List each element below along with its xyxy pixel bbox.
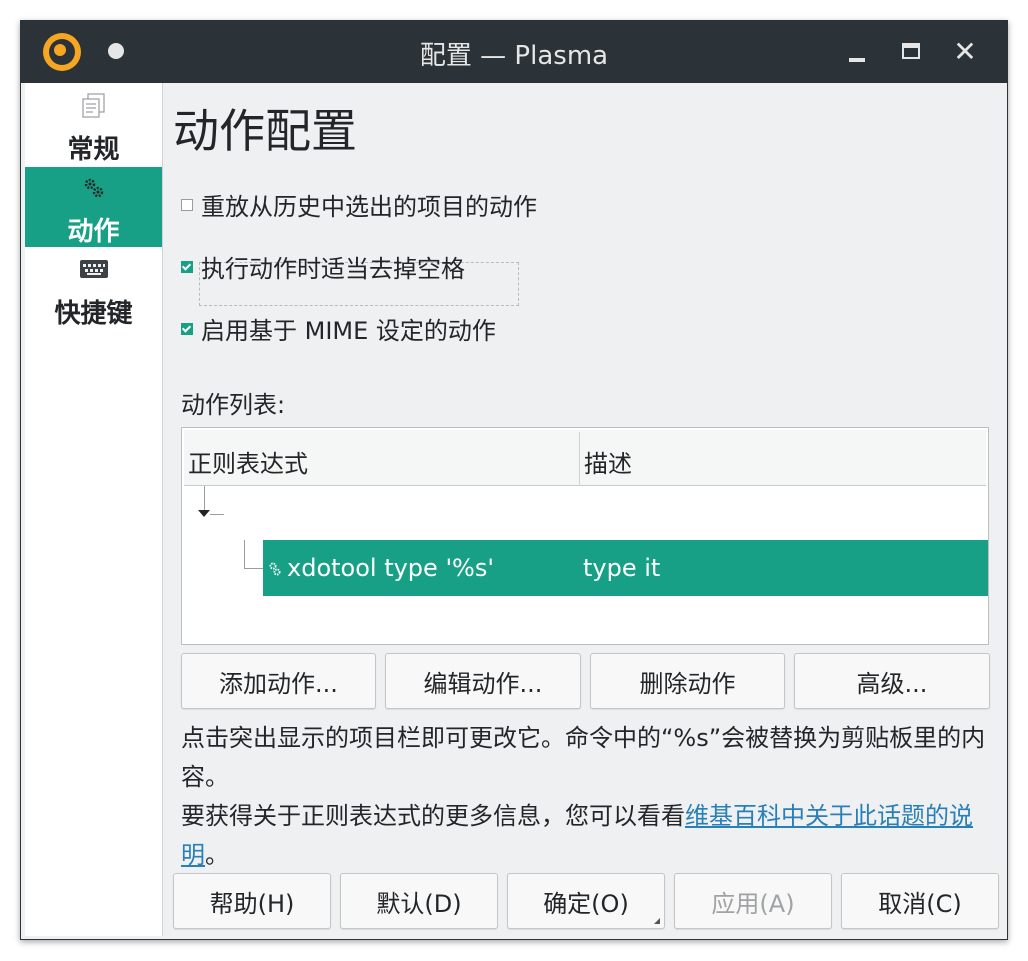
checkbox-strip-whitespace[interactable] bbox=[181, 260, 193, 273]
advanced-button[interactable]: 高级... bbox=[794, 653, 990, 709]
help-text-line1: 点击突出显示的项目栏即可更改它。命令中的“%s”会被替换为剪贴板里的内容。 bbox=[181, 724, 986, 791]
table-row[interactable]: xdotool type '%s' type it bbox=[263, 540, 988, 596]
close-button[interactable]: ✕ bbox=[951, 38, 979, 66]
sidebar-item-general[interactable]: 常规 bbox=[25, 85, 162, 165]
add-action-button[interactable]: 添加动作... bbox=[181, 653, 376, 709]
option-strip-whitespace[interactable]: 执行动作时适当去掉空格 bbox=[181, 249, 465, 284]
cell-command: xdotool type '%s' bbox=[287, 554, 494, 582]
actions-tree[interactable]: 正则表达式 描述 xdotool type '%s' type it bbox=[181, 427, 989, 645]
sidebar-item-actions[interactable]: 动作 bbox=[25, 167, 162, 247]
actions-page: 动作配置 重放从历史中选出的项目的动作 执行动作时适当去掉空格 启用基于 MIM… bbox=[163, 83, 1007, 939]
actions-list-label: 动作列表: bbox=[181, 391, 286, 419]
cell-description: type it bbox=[583, 554, 661, 582]
help-text-suffix: 。 bbox=[205, 841, 229, 869]
tree-branch-line bbox=[244, 568, 263, 569]
gears-icon bbox=[84, 178, 103, 198]
config-window: 配置 — Plasma ✕ 常规 动作 快捷键 动作配置 重放从历史中选出的项目… bbox=[20, 20, 1008, 940]
expand-arrow-icon[interactable] bbox=[198, 510, 210, 517]
edit-action-button[interactable]: 编辑动作... bbox=[385, 653, 581, 709]
option-label: 启用基于 MIME 设定的动作 bbox=[201, 317, 496, 345]
checkbox-mime-actions[interactable] bbox=[181, 322, 193, 335]
tree-branch-line bbox=[244, 540, 245, 568]
sidebar-item-label: 动作 bbox=[67, 217, 120, 247]
minimize-button[interactable] bbox=[843, 38, 871, 66]
titlebar[interactable]: 配置 — Plasma ✕ bbox=[21, 21, 1007, 83]
option-label: 执行动作时适当去掉空格 bbox=[201, 255, 465, 283]
help-text-line2: 要获得关于正则表达式的更多信息，您可以看看维基百科中关于此话题的说明。 bbox=[181, 797, 1001, 875]
help-text: 点击突出显示的项目栏即可更改它。命令中的“%s”会被替换为剪贴板里的内容。 要获… bbox=[181, 719, 1001, 875]
column-divider[interactable] bbox=[579, 432, 580, 486]
option-label: 重放从历史中选出的项目的动作 bbox=[201, 193, 537, 221]
checkbox-replay-actions[interactable] bbox=[181, 198, 193, 211]
page-title: 动作配置 bbox=[173, 104, 357, 158]
gears-icon bbox=[269, 562, 281, 576]
column-header-description[interactable]: 描述 bbox=[584, 444, 632, 479]
defaults-button[interactable]: 默认(D) bbox=[340, 873, 498, 929]
maximize-button[interactable] bbox=[897, 38, 925, 66]
sidebar: 常规 动作 快捷键 bbox=[25, 83, 163, 936]
ok-button[interactable]: 确定(O) bbox=[507, 873, 665, 929]
column-header-regex[interactable]: 正则表达式 bbox=[188, 444, 308, 479]
default-button-indicator bbox=[654, 918, 660, 924]
keyboard-icon bbox=[79, 260, 108, 278]
sidebar-item-label: 常规 bbox=[67, 135, 120, 165]
option-replay-actions[interactable]: 重放从历史中选出的项目的动作 bbox=[181, 187, 537, 222]
ok-button-label: 确定(O) bbox=[543, 889, 629, 918]
tree-header: 正则表达式 描述 bbox=[184, 430, 986, 486]
sidebar-item-label: 快捷键 bbox=[54, 299, 133, 329]
option-mime-actions[interactable]: 启用基于 MIME 设定的动作 bbox=[181, 311, 496, 346]
apply-button[interactable]: 应用(A) bbox=[674, 873, 832, 929]
tree-branch-line bbox=[210, 514, 224, 515]
document-icon bbox=[81, 93, 105, 118]
cancel-button[interactable]: 取消(C) bbox=[841, 873, 999, 929]
help-button[interactable]: 帮助(H) bbox=[173, 873, 331, 929]
sidebar-item-shortcuts[interactable]: 快捷键 bbox=[25, 249, 162, 329]
help-text-prefix: 要获得关于正则表达式的更多信息，您可以看看 bbox=[181, 802, 685, 830]
delete-action-button[interactable]: 删除动作 bbox=[590, 653, 785, 709]
